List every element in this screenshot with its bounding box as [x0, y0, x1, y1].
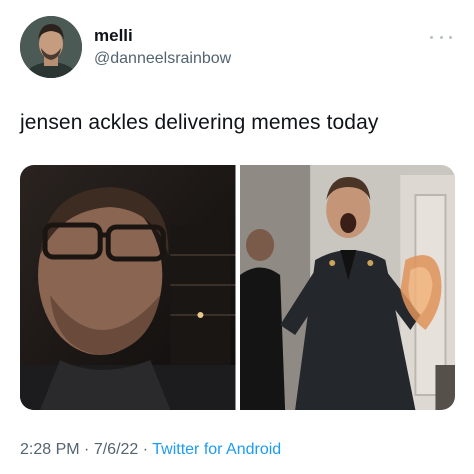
- tweet-metadata: 2:28 PM · 7/6/22 · Twitter for Android: [20, 440, 281, 460]
- more-options-icon[interactable]: [430, 32, 452, 42]
- separator: ·: [84, 441, 90, 458]
- avatar-image: [20, 16, 82, 78]
- tweet-time[interactable]: 2:28 PM: [20, 441, 80, 458]
- display-name[interactable]: melli: [94, 26, 133, 46]
- tweet-text: jensen ackles delivering memes today: [20, 111, 379, 134]
- photo-icon: [239, 165, 455, 410]
- media-image-left[interactable]: [20, 165, 236, 410]
- tweet-date[interactable]: 7/6/22: [94, 441, 138, 458]
- separator: ·: [142, 441, 149, 458]
- media-image-right[interactable]: [239, 165, 455, 410]
- tweet-source-link[interactable]: Twitter for Android: [152, 441, 281, 458]
- media-grid: [20, 165, 455, 410]
- avatar[interactable]: [20, 16, 82, 78]
- user-handle[interactable]: @danneelsrainbow: [94, 49, 231, 69]
- tweet: melli @danneelsrainbow jensen ackles del…: [0, 0, 474, 474]
- photo-icon: [20, 165, 236, 410]
